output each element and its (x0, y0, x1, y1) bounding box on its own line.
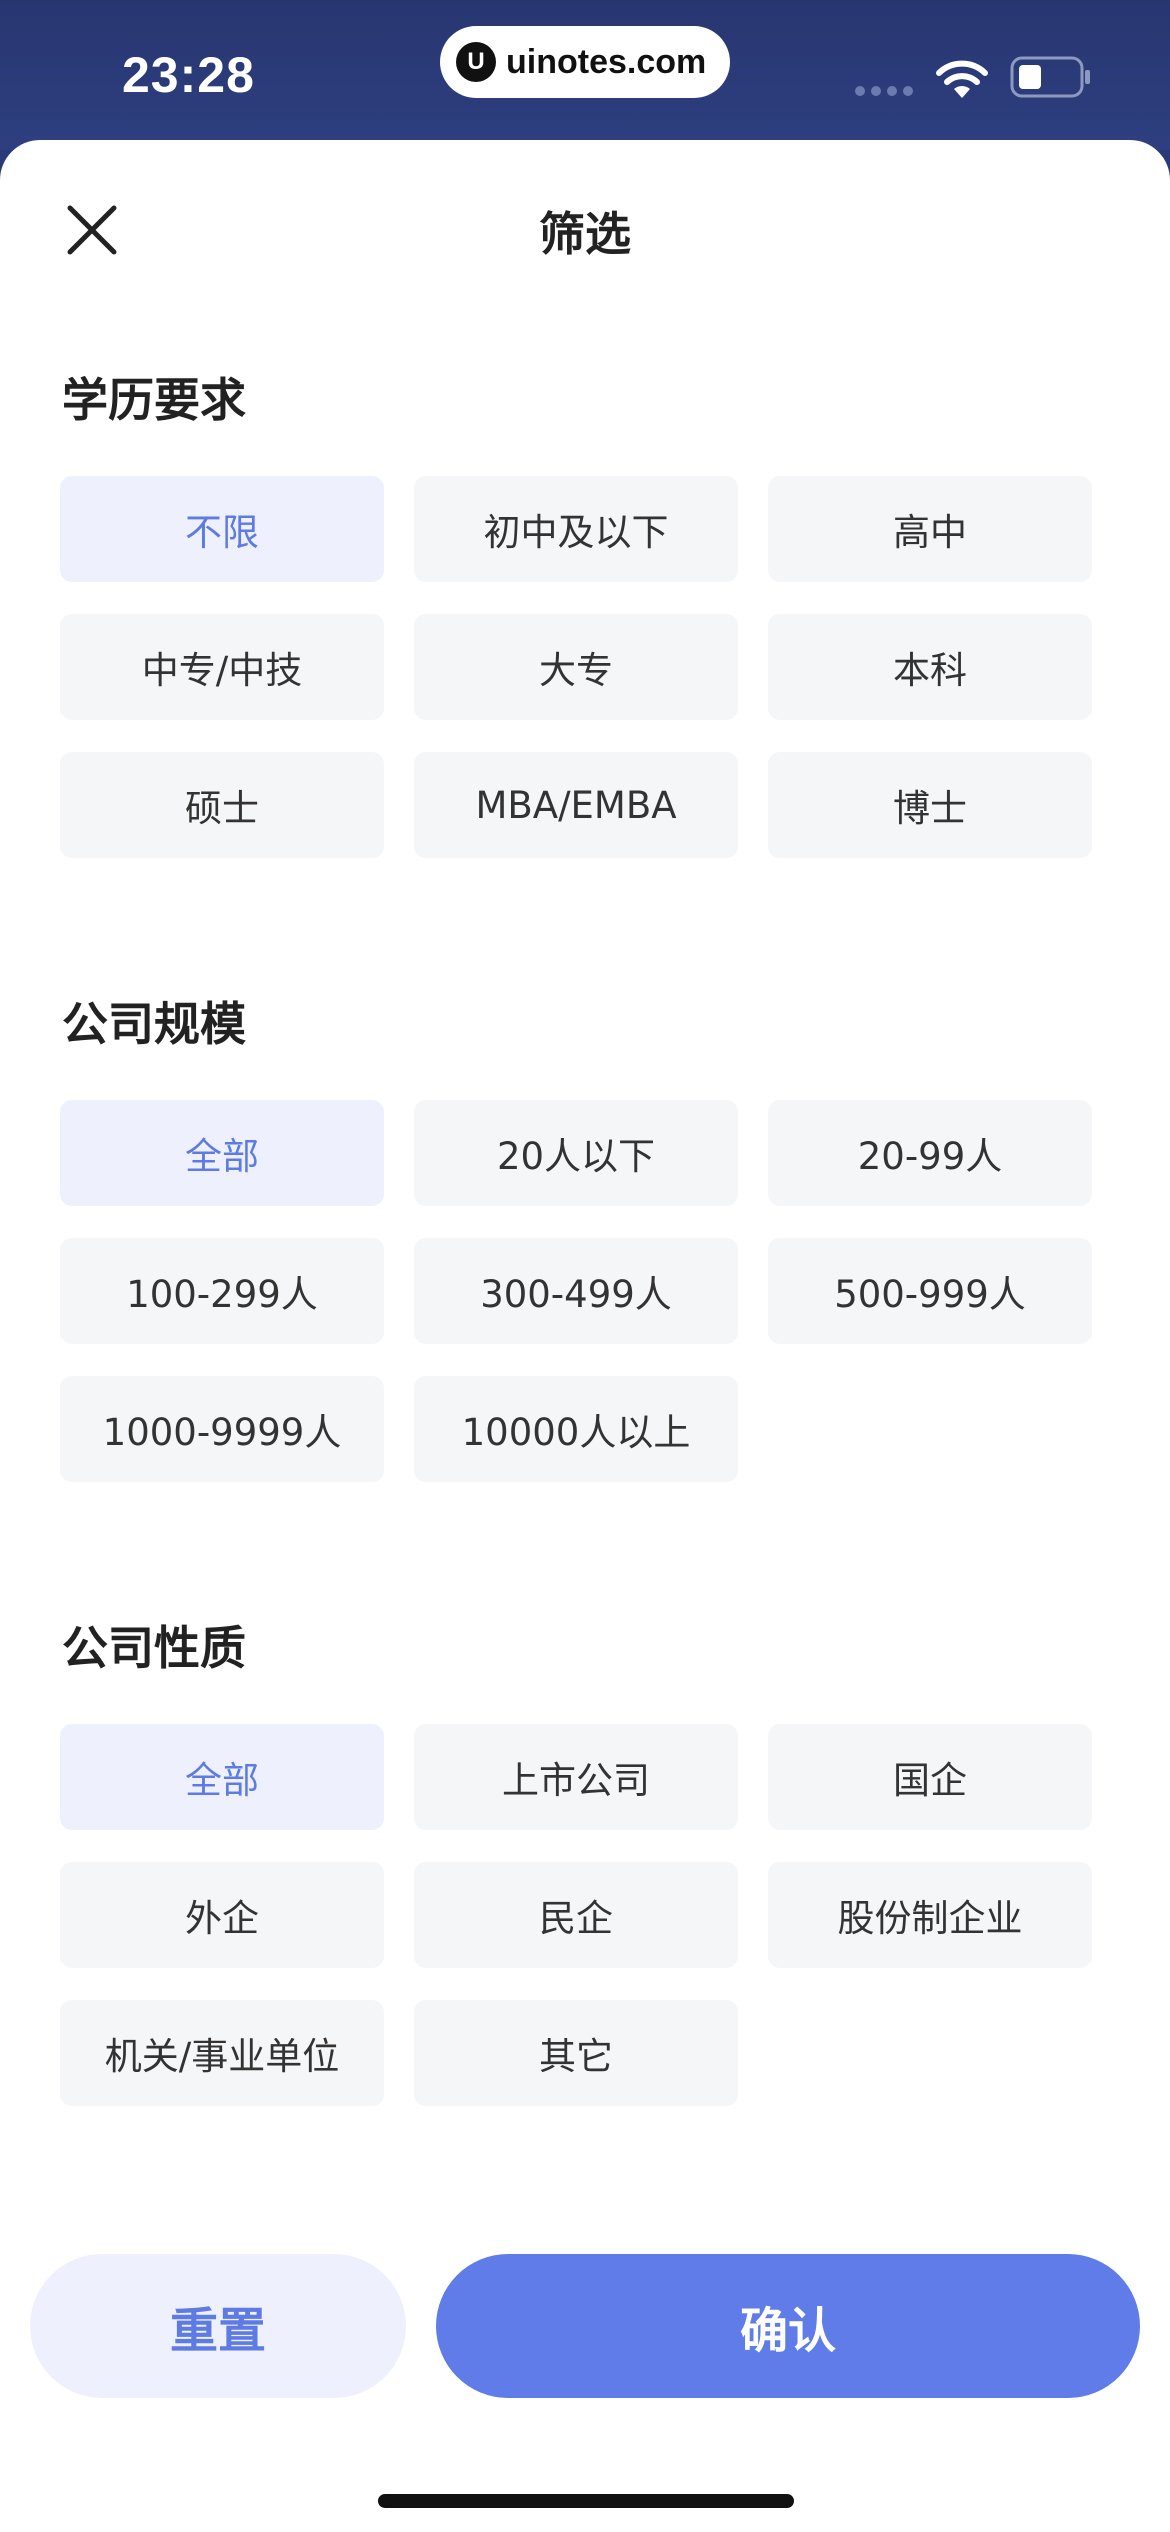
option-education-2[interactable]: 高中 (768, 476, 1092, 582)
section-title-company-size: 公司规模 (62, 997, 246, 1051)
option-education-5[interactable]: 本科 (768, 614, 1092, 720)
url-pill[interactable]: U uinotes.com (440, 26, 730, 98)
option-company-type-7[interactable]: 其它 (414, 2000, 738, 2106)
option-company-size-3[interactable]: 100-299人 (60, 1238, 384, 1344)
option-company-size-1[interactable]: 20人以下 (414, 1100, 738, 1206)
section-title-education: 学历要求 (62, 373, 246, 427)
option-company-size-7[interactable]: 10000人以上 (414, 1376, 738, 1482)
option-company-type-0[interactable]: 全部 (60, 1724, 384, 1830)
option-education-0[interactable]: 不限 (60, 476, 384, 582)
option-company-size-5[interactable]: 500-999人 (768, 1238, 1092, 1344)
option-company-type-1[interactable]: 上市公司 (414, 1724, 738, 1830)
uinotes-logo-icon: U (456, 42, 496, 82)
status-bar: 23:28 U uinotes.com (0, 0, 1170, 150)
option-company-type-2[interactable]: 国企 (768, 1724, 1092, 1830)
filter-sheet: 筛选 学历要求 不限 初中及以下 高中 中专/中技 大专 本科 硕士 MBA/E… (0, 140, 1170, 2532)
option-company-size-4[interactable]: 300-499人 (414, 1238, 738, 1344)
logo-letter: U (467, 48, 485, 75)
option-company-type-3[interactable]: 外企 (60, 1862, 384, 1968)
option-company-size-6[interactable]: 1000-9999人 (60, 1376, 384, 1482)
battery-icon (1010, 56, 1090, 98)
option-education-4[interactable]: 大专 (414, 614, 738, 720)
option-education-1[interactable]: 初中及以下 (414, 476, 738, 582)
reset-button[interactable]: 重置 (30, 2254, 406, 2398)
sheet-title: 筛选 (539, 207, 631, 261)
option-company-type-5[interactable]: 股份制企业 (768, 1862, 1092, 1968)
option-company-size-2[interactable]: 20-99人 (768, 1100, 1092, 1206)
url-text: uinotes.com (506, 42, 707, 81)
home-indicator (378, 2494, 794, 2508)
option-education-7[interactable]: MBA/EMBA (414, 752, 738, 858)
section-title-company-type: 公司性质 (62, 1621, 246, 1675)
status-time: 23:28 (122, 47, 255, 103)
option-company-type-6[interactable]: 机关/事业单位 (60, 2000, 384, 2106)
option-education-8[interactable]: 博士 (768, 752, 1092, 858)
option-education-3[interactable]: 中专/中技 (60, 614, 384, 720)
option-company-size-0[interactable]: 全部 (60, 1100, 384, 1206)
option-education-6[interactable]: 硕士 (60, 752, 384, 858)
option-company-type-4[interactable]: 民企 (414, 1862, 738, 1968)
cellular-signal-icon (855, 86, 913, 96)
confirm-button[interactable]: 确认 (436, 2254, 1140, 2398)
wifi-icon (936, 60, 988, 98)
